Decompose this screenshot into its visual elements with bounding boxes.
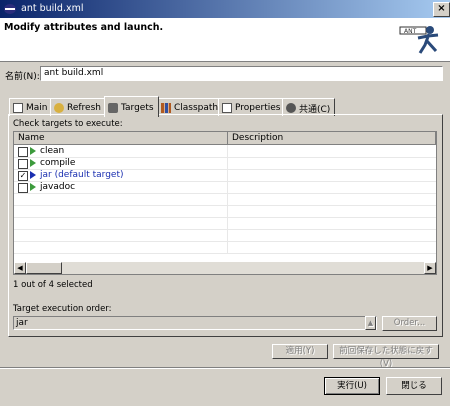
execution-order-field: jar	[13, 316, 377, 330]
dialog-header: Modify attributes and launch. ANT	[0, 18, 450, 62]
window-title: ant build.xml	[21, 3, 84, 14]
table-header: Name Description	[14, 132, 436, 145]
target-checkbox[interactable]	[18, 147, 28, 157]
run-button[interactable]: 実行(U)	[324, 377, 380, 395]
target-checkbox-checked[interactable]: ✓	[18, 171, 28, 181]
run-target-icon	[30, 159, 36, 167]
order-up-button[interactable]: ▲	[365, 316, 376, 330]
horizontal-scrollbar[interactable]: ◀ ▶	[14, 262, 436, 274]
target-checkbox[interactable]	[18, 183, 28, 193]
targets-icon	[108, 102, 118, 113]
name-label: 名前(N):	[5, 72, 40, 82]
apply-button[interactable]: 適用(Y)	[272, 344, 328, 359]
target-name: compile	[40, 158, 76, 168]
refresh-icon	[54, 103, 64, 113]
eclipse-icon	[4, 4, 16, 14]
execution-order-label: Target execution order:	[13, 304, 112, 314]
run-target-icon	[30, 183, 36, 191]
footer-separator	[0, 367, 450, 369]
selection-status: 1 out of 4 selected	[13, 280, 93, 290]
targets-table: Name Description clean compile ✓ jar (de…	[13, 131, 437, 275]
target-checkbox[interactable]	[18, 159, 28, 169]
properties-icon	[222, 103, 232, 113]
scroll-thumb[interactable]	[26, 262, 62, 274]
tab-targets[interactable]: Targets	[104, 96, 159, 117]
classpath-icon	[161, 103, 171, 113]
svg-text:ANT: ANT	[404, 28, 417, 35]
target-name: jar (default target)	[40, 170, 124, 180]
default-target-icon	[30, 171, 36, 179]
target-name: clean	[40, 146, 65, 156]
check-targets-label: Check targets to execute:	[13, 119, 123, 129]
name-input[interactable]: ant build.xml	[40, 66, 443, 81]
main-tab-icon	[13, 103, 23, 113]
target-name: javadoc	[40, 182, 76, 192]
column-header-description[interactable]: Description	[228, 132, 436, 144]
scroll-right-button[interactable]: ▶	[424, 262, 436, 274]
title-bar: ant build.xml ×	[0, 0, 450, 18]
common-icon	[286, 103, 296, 113]
table-row-empty	[14, 241, 436, 254]
header-title: Modify attributes and launch.	[4, 22, 164, 33]
close-window-button[interactable]: ×	[433, 2, 450, 17]
scroll-left-button[interactable]: ◀	[14, 262, 26, 274]
revert-button[interactable]: 前回保存した状態に戻す(V)	[333, 344, 439, 369]
run-target-icon	[30, 147, 36, 155]
column-header-name[interactable]: Name	[14, 132, 228, 144]
order-button[interactable]: Order...	[382, 316, 437, 331]
ant-launch-icon: ANT	[399, 26, 439, 54]
close-button[interactable]: 閉じる	[386, 377, 442, 395]
